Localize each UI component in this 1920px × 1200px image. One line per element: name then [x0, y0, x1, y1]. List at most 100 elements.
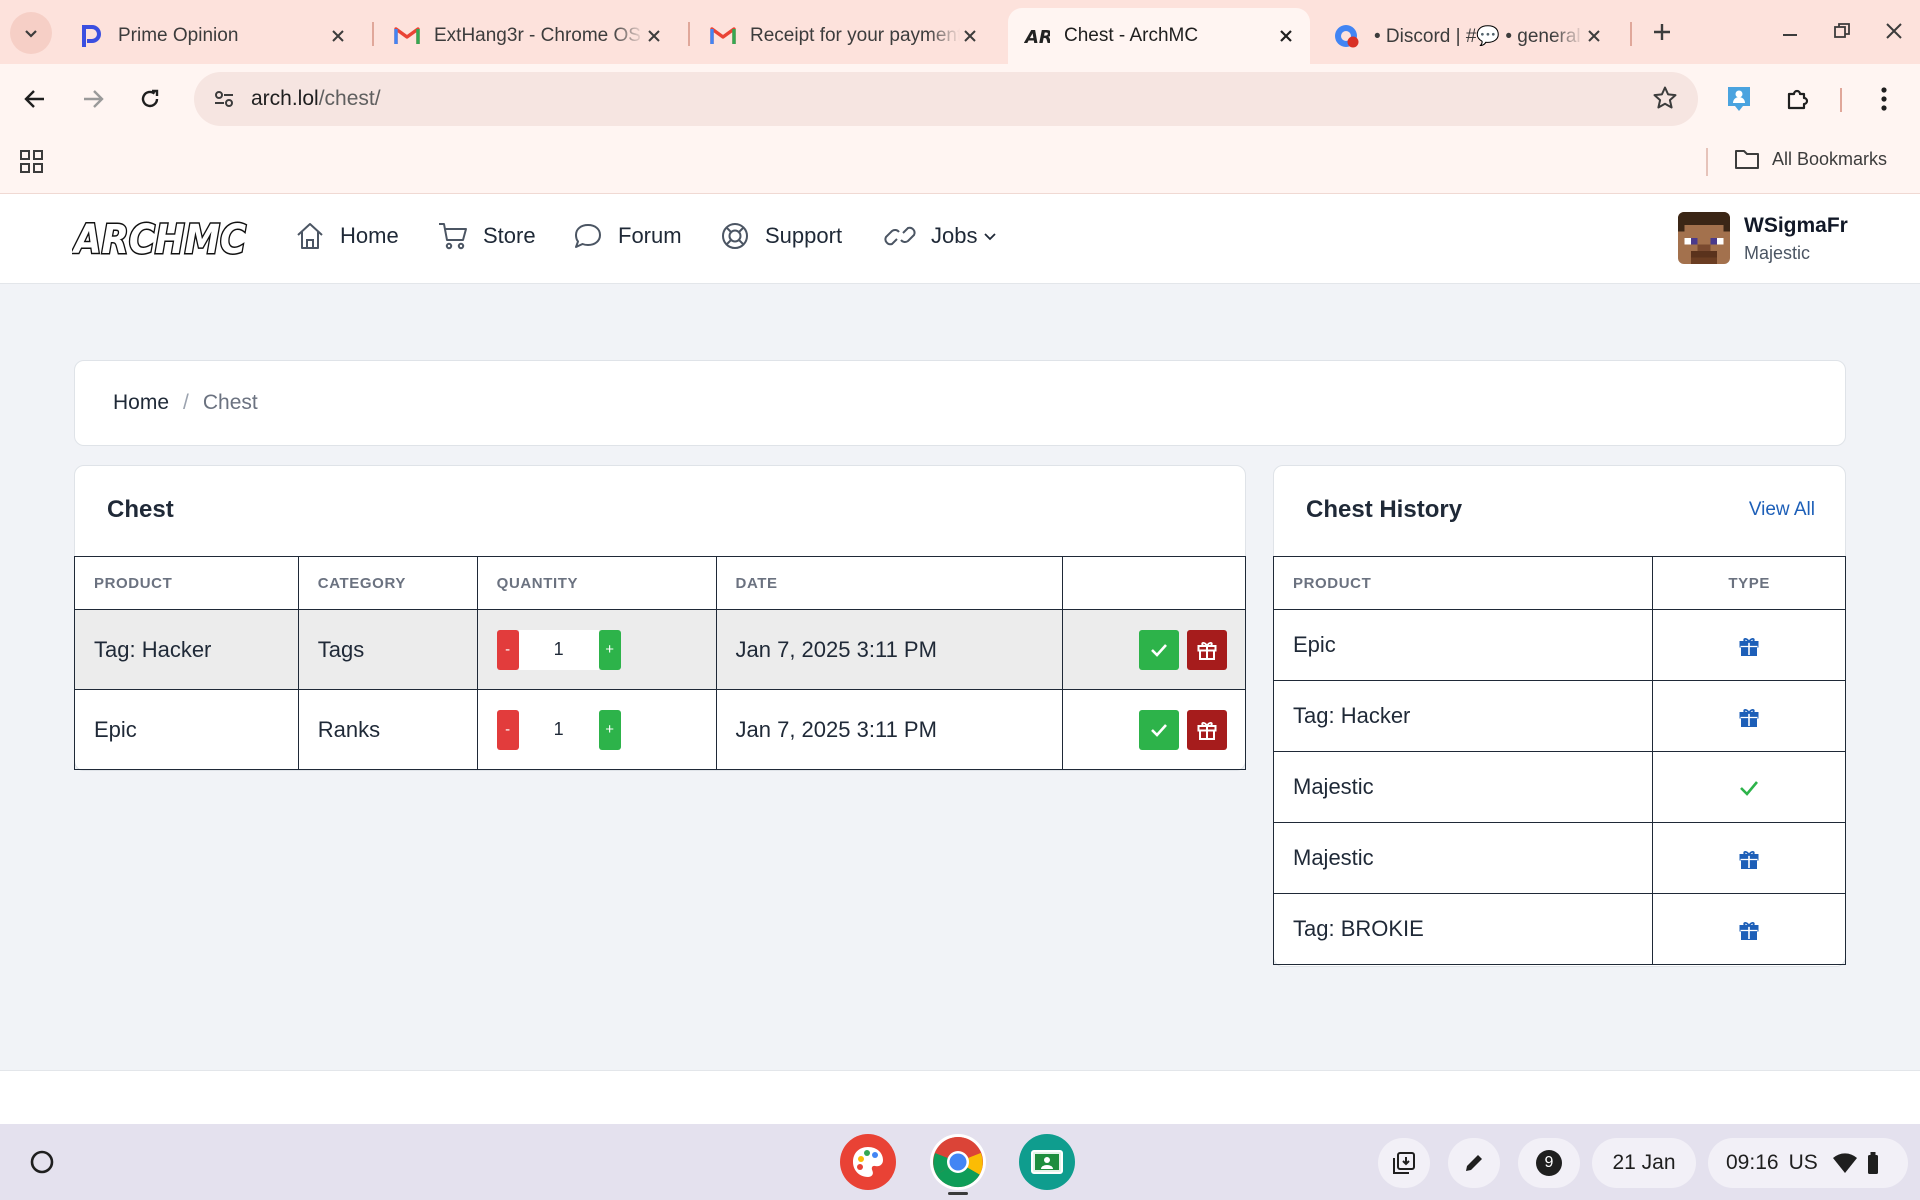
nav-jobs-label: Jobs [931, 223, 978, 248]
chrome-app-icon[interactable] [930, 1134, 986, 1190]
stylus-tools-button[interactable] [1448, 1138, 1500, 1188]
nav-home[interactable]: Home [294, 220, 399, 252]
restore-window-button[interactable] [1825, 14, 1859, 48]
avatar[interactable] [1678, 212, 1730, 264]
claim-button[interactable] [1139, 709, 1179, 750]
bookmarks-divider [1706, 148, 1708, 176]
claim-button[interactable] [1139, 629, 1179, 670]
view-all-link[interactable]: View All [1749, 499, 1815, 521]
tab-chest-archmc[interactable]: AR Chest - ArchMC [1008, 8, 1310, 64]
column-header-product: PRODUCT [1272, 556, 1654, 610]
apps-grid-icon[interactable] [18, 148, 46, 181]
increase-quantity-button[interactable]: + [598, 629, 621, 670]
download-tray-icon [1393, 1152, 1415, 1174]
browser-toolbar: arch.lol/chest/ [0, 64, 1920, 136]
nav-support[interactable]: Support [719, 220, 842, 252]
pen-icon [1466, 1155, 1482, 1171]
decrease-quantity-button[interactable]: - [496, 629, 519, 670]
back-button[interactable] [14, 78, 56, 120]
toolbar-divider [1840, 88, 1842, 112]
new-tab-button[interactable] [1644, 14, 1680, 50]
svg-text:AR: AR [1024, 27, 1050, 48]
restore-icon [1834, 23, 1850, 38]
close-icon[interactable] [642, 24, 666, 48]
check-icon [1151, 643, 1167, 657]
bookmark-star-icon[interactable] [1652, 85, 1678, 116]
quantity-stepper: - 1 + [496, 709, 716, 750]
tab-title: Receipt for your payment [750, 25, 960, 46]
system-tray-button[interactable]: 09:16 US [1708, 1138, 1908, 1188]
minimize-window-button[interactable] [1773, 14, 1807, 48]
increase-quantity-button[interactable]: + [598, 709, 621, 750]
quantity-input[interactable]: 1 [518, 709, 599, 750]
date-cell: Jan 7, 2025 3:11 PM [715, 689, 1064, 770]
tab-prime-opinion[interactable]: Prime Opinion [62, 8, 362, 64]
reload-icon [141, 89, 159, 108]
close-icon[interactable] [326, 24, 350, 48]
tab-receipt[interactable]: Receipt for your payment [694, 8, 994, 64]
arrow-left-icon [24, 90, 44, 108]
extensions-button[interactable] [1777, 78, 1819, 120]
link-icon [884, 226, 916, 246]
tab-search-button[interactable] [10, 12, 52, 54]
category-cell: Tags [297, 609, 478, 690]
classroom-app-icon[interactable] [1019, 1134, 1075, 1190]
table-row: Majestic [1272, 822, 1846, 894]
holding-space-button[interactable] [1378, 1138, 1430, 1188]
notifications-button[interactable]: 9 [1518, 1138, 1580, 1188]
archmc-logo[interactable]: ARCHMC ARCHMC [70, 216, 250, 265]
breadcrumb-home-link[interactable]: Home [113, 391, 169, 415]
nav-store-label: Store [483, 223, 536, 248]
paint-app-icon[interactable] [840, 1134, 896, 1190]
discord-icon [1334, 23, 1360, 49]
date-cell: Jan 7, 2025 3:11 PM [715, 609, 1064, 690]
launcher-button[interactable] [20, 1140, 64, 1184]
all-bookmarks-button[interactable]: All Bookmarks [1734, 148, 1887, 170]
gift-button[interactable] [1187, 709, 1227, 750]
chrome-menu-button[interactable] [1863, 78, 1905, 120]
close-icon[interactable] [1582, 24, 1606, 48]
time-label: 09:16 [1726, 1151, 1779, 1174]
quantity-input[interactable]: 1 [518, 629, 599, 670]
table-header-row: PRODUCT CATEGORY QUANTITY DATE [74, 556, 1246, 610]
tab-title: • Discord | #💬 • general [1374, 26, 1581, 47]
nav-jobs[interactable]: Jobs [883, 220, 1011, 252]
column-header-date: DATE [715, 556, 1064, 610]
close-icon[interactable] [958, 24, 982, 48]
reload-button[interactable] [129, 78, 171, 120]
gmail-icon [710, 23, 736, 49]
nav-forum[interactable]: Forum [572, 220, 682, 252]
nav-store[interactable]: Store [437, 220, 536, 252]
user-name[interactable]: WSigmaFr [1744, 214, 1848, 238]
gift-button[interactable] [1187, 629, 1227, 670]
folder-icon [1735, 150, 1759, 169]
close-icon [1886, 23, 1902, 39]
extension-profile-button[interactable] [1718, 78, 1760, 120]
type-cell [1652, 680, 1846, 752]
table-header-row: PRODUCT TYPE [1272, 556, 1846, 610]
gift-icon [1738, 919, 1760, 941]
date-tray-button[interactable]: 21 Jan [1592, 1138, 1696, 1188]
address-bar[interactable]: arch.lol/chest/ [194, 72, 1698, 126]
decrease-quantity-button[interactable]: - [496, 709, 519, 750]
tab-exthang3r[interactable]: ExtHang3r - Chrome OS [378, 8, 678, 64]
gift-icon [1197, 721, 1217, 740]
table-row: Tag: Hacker [1272, 680, 1846, 752]
site-settings-icon[interactable] [204, 79, 244, 119]
quantity-cell: - 1 + [476, 689, 717, 770]
close-icon[interactable] [1274, 24, 1298, 48]
page-footer [0, 1070, 1920, 1124]
breadcrumb-card: Home / Chest [74, 360, 1846, 446]
forward-button[interactable] [72, 78, 114, 120]
url-text[interactable]: arch.lol/chest/ [251, 87, 381, 111]
column-header-product: PRODUCT [74, 556, 299, 610]
quantity-stepper: - 1 + [496, 629, 716, 670]
chest-history-table: PRODUCT TYPE Epic Tag: Hacker Majestic Maje… [1272, 556, 1846, 965]
wifi-icon [1832, 1153, 1857, 1173]
os-shelf: 9 21 Jan 09:16 US [0, 1124, 1920, 1200]
type-cell [1652, 609, 1846, 681]
close-window-button[interactable] [1877, 14, 1911, 48]
browser-tab-strip: Prime Opinion ExtHang3r - Chrome OS Rece… [0, 0, 1920, 64]
product-cell: Tag: Hacker [74, 609, 299, 690]
tab-discord[interactable]: • Discord | #💬 • general [1318, 8, 1618, 64]
